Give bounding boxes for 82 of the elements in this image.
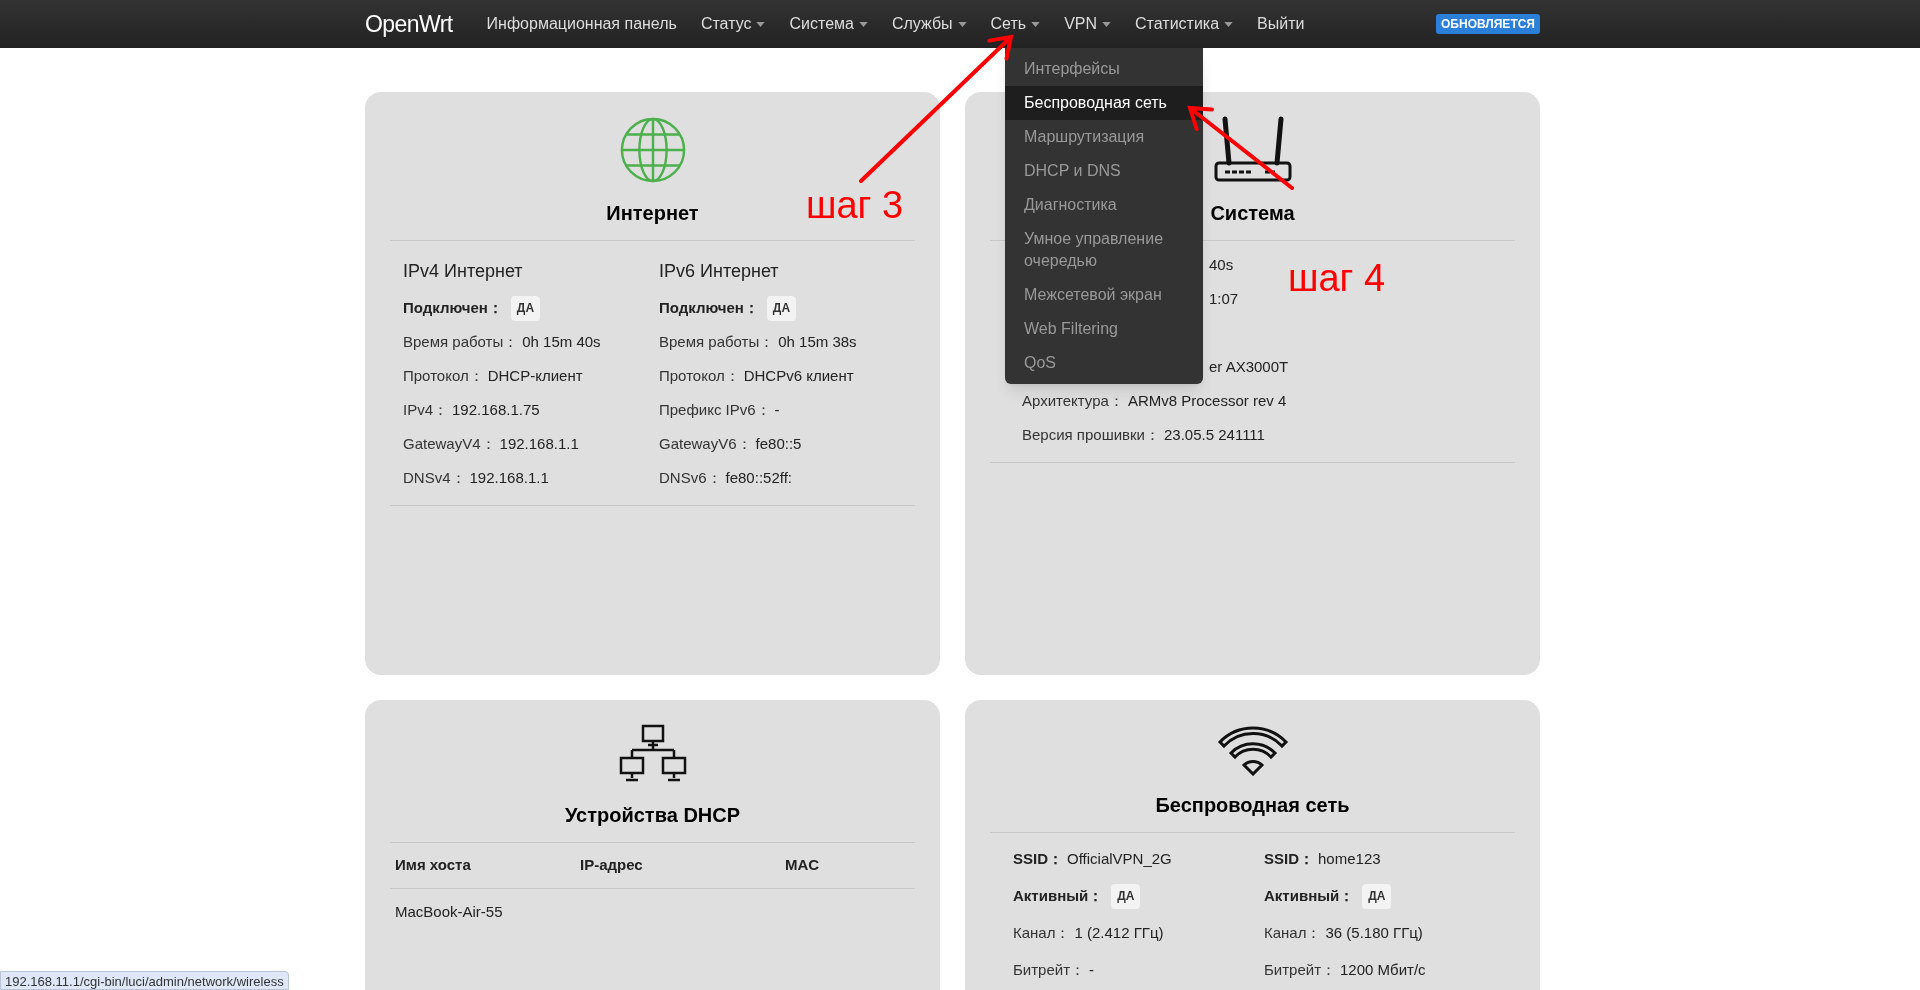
field-label: SSID：: [1264, 849, 1314, 870]
card-title: Интернет: [606, 201, 699, 226]
field-label: SSID：: [1013, 849, 1063, 870]
column-heading: IPv6 Интернет: [659, 260, 780, 283]
card-title: Беспроводная сеть: [1155, 793, 1350, 818]
column-heading: IPv4 Интернет: [403, 260, 524, 283]
nav-link[interactable]: Система: [777, 12, 880, 36]
field-label: Активный：: [1013, 886, 1104, 907]
menu-item[interactable]: Диагностика: [1005, 188, 1203, 222]
column-header: Имя хоста: [395, 855, 472, 876]
field-label: Время работы：: [403, 331, 519, 352]
field-label: Протокол：: [659, 365, 740, 386]
field-label: Версия прошивки：: [1022, 424, 1160, 445]
field-label: DNSv6：: [659, 467, 722, 488]
status-badge: ДА: [1362, 884, 1392, 909]
menu-item[interactable]: Web Filtering: [1005, 312, 1203, 346]
status-badge: ДА: [510, 295, 541, 321]
nav-link[interactable]: Выйти: [1245, 12, 1317, 36]
field-label: DNSv4：: [403, 467, 466, 488]
field-label: Подключен：: [403, 297, 503, 318]
table-cell-text: MacBook-Air-55: [395, 901, 504, 922]
router-icon: [1212, 116, 1293, 184]
field-value: 0h 15m 40s: [522, 331, 601, 352]
nav-link[interactable]: Статистика: [1123, 12, 1246, 36]
field-value: OfficialVPN_2G: [1067, 849, 1172, 870]
menu-item[interactable]: Межсетевой экран: [1005, 278, 1203, 312]
menu-item[interactable]: Интерфейсы: [1005, 52, 1203, 86]
field-label: GatewayV6：: [659, 433, 752, 454]
field-label: Архитектура：: [1022, 390, 1124, 411]
card-title: Система: [1210, 201, 1295, 226]
field-value: 192.168.1.75: [452, 399, 540, 420]
field-value: fe80::5: [755, 433, 802, 454]
field-label: Префикс IPv6：: [659, 399, 771, 420]
field-value: -: [1089, 960, 1095, 981]
field-value: 192.168.1.1: [499, 433, 579, 454]
field-label: Активный：: [1264, 886, 1355, 907]
field-value: home123: [1318, 849, 1381, 870]
menu-item[interactable]: DHCP и DNS: [1005, 154, 1203, 188]
field-value: 40s: [1209, 254, 1234, 275]
globe-icon: [618, 116, 687, 184]
menu-item[interactable]: Умное управление очередью: [1005, 222, 1203, 278]
menu-item[interactable]: Беспроводная сеть: [1005, 86, 1203, 120]
annotation-label: шаг 4: [1288, 259, 1386, 297]
nav-link[interactable]: Информационная панель: [474, 12, 689, 36]
nav-link[interactable]: VPN: [1052, 12, 1124, 36]
field-value: DHCPv6 клиент: [743, 365, 854, 386]
field-value: fe80::52ff:: [725, 467, 792, 488]
nav-link[interactable]: Статус: [688, 12, 778, 36]
field-label: Время работы：: [659, 331, 775, 352]
nav-link[interactable]: Сеть: [978, 12, 1053, 36]
status-badge: ДА: [1111, 884, 1141, 909]
field-value: 192.168.1.1: [469, 467, 549, 488]
menu-item[interactable]: QoS: [1005, 346, 1203, 380]
status-badge: ДА: [766, 295, 797, 321]
nav-link[interactable]: Службы: [879, 12, 979, 36]
field-value: er AX3000T: [1209, 356, 1289, 377]
field-value: -: [774, 399, 780, 420]
field-label: Канал：: [1264, 923, 1322, 944]
field-label: Протокол：: [403, 365, 484, 386]
field-value: 23.05.5 241111: [1164, 424, 1265, 445]
field-value: 1 (2.412 ГГц): [1074, 923, 1164, 944]
field-label: Подключен：: [659, 297, 759, 318]
field-value: ARMv8 Processor rev 4: [1127, 390, 1287, 411]
column-header: MAC: [785, 855, 821, 876]
status-url: 192.168.11.1/cgi-bin/luci/admin/network/wireless: [0, 971, 289, 990]
card-title: Устройства DHCP: [564, 803, 741, 828]
field-label: IPv4：: [403, 399, 448, 420]
field-value: DHCP-клиент: [487, 365, 583, 386]
field-label: Битрейт：: [1264, 960, 1337, 981]
wifi-icon: [1216, 724, 1289, 776]
field-label: GatewayV4：: [403, 433, 496, 454]
field-value: 36 (5.180 ГГц): [1325, 923, 1423, 944]
field-label: Канал：: [1013, 923, 1071, 944]
field-value: 1:07: [1209, 288, 1239, 309]
menu-item[interactable]: Маршрутизация: [1005, 120, 1203, 154]
field-value: 1200 Мбит/с: [1340, 960, 1426, 981]
column-header: IP-адрес: [580, 855, 644, 876]
field-value: 0h 15m 38s: [778, 331, 857, 352]
field-label: Битрейт：: [1013, 960, 1086, 981]
status-badge: ОБНОВЛЯЕТСЯ: [1436, 14, 1540, 34]
brand-logo[interactable]: OpenWrt: [365, 6, 453, 42]
annotation-label: шаг 3: [806, 186, 904, 224]
